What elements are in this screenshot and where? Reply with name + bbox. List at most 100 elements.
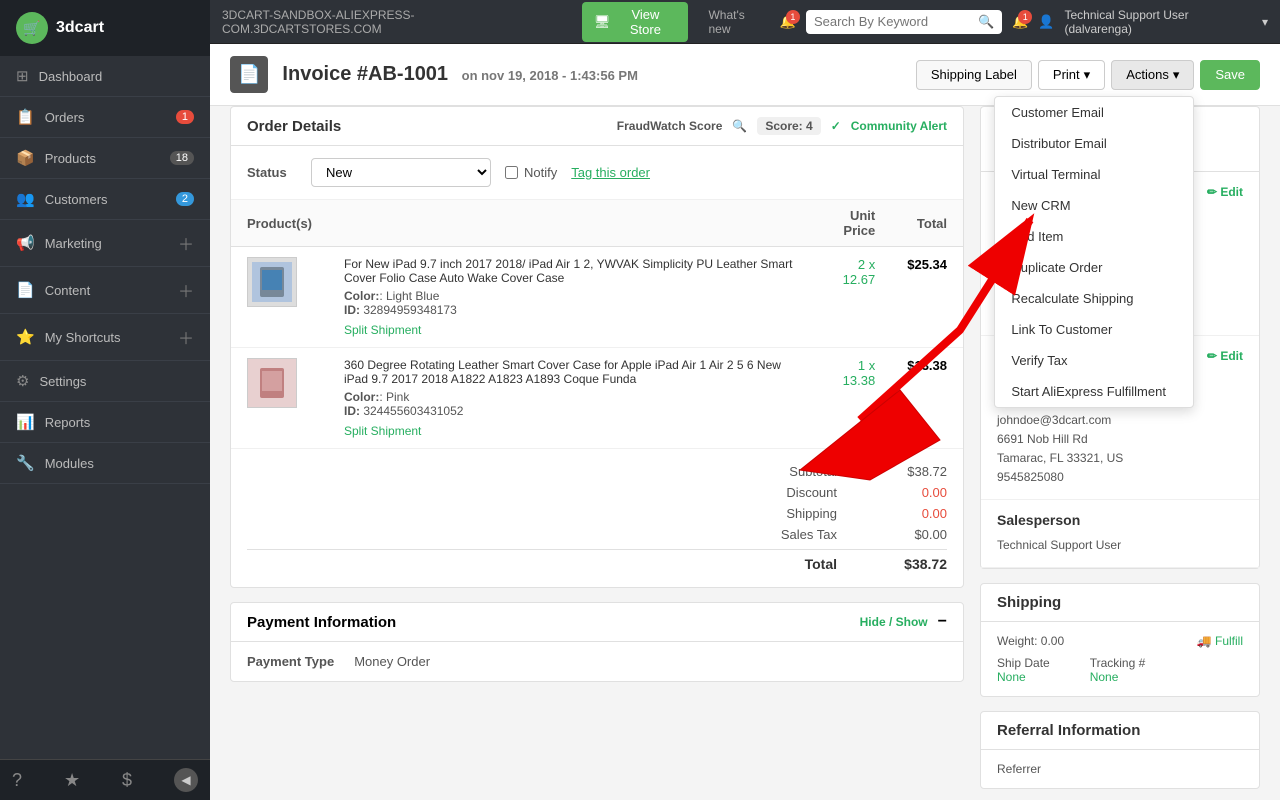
tracking-value: None xyxy=(1090,670,1146,684)
payment-type-value: Money Order xyxy=(354,654,430,669)
fulfill-button[interactable]: 🚚 Fulfill xyxy=(1197,634,1243,648)
sidebar-item-reports[interactable]: 📊 Reports xyxy=(0,402,210,443)
help-icon[interactable]: ? xyxy=(12,770,22,791)
shipping-panel-body: Weight: 0.00 🚚 Fulfill Ship Date None Tr… xyxy=(981,622,1259,696)
sidebar-item-products[interactable]: 📦 Products 18 xyxy=(0,138,210,179)
menu-item-recalculate-shipping[interactable]: Recalculate Shipping xyxy=(995,283,1193,314)
tracking-label: Tracking # xyxy=(1090,656,1146,670)
notification-badge: 1 xyxy=(1018,10,1032,24)
sidebar-item-modules[interactable]: 🔧 Modules xyxy=(0,443,210,484)
grand-total-row: Total $38.72 xyxy=(247,549,947,575)
notify-area: Notify xyxy=(505,165,557,180)
sidebar-item-content[interactable]: 📄 Content ＋ xyxy=(0,267,210,314)
payment-type-label: Payment Type xyxy=(247,654,334,669)
sales-tax-label: Sales Tax xyxy=(717,527,837,542)
product-color-2: Color:: Pink xyxy=(344,390,795,404)
invoice-title-area: Invoice #AB-1001 on nov 19, 2018 - 1:43:… xyxy=(282,63,638,86)
notification-badge-container[interactable]: 🔔 1 xyxy=(1012,14,1028,30)
discount-value: 0.00 xyxy=(877,485,947,500)
invoice-number: Invoice #AB-1001 on nov 19, 2018 - 1:43:… xyxy=(282,63,638,86)
fraud-watch-label: FraudWatch Score xyxy=(617,119,723,133)
referral-body: Referrer xyxy=(981,750,1259,788)
fraud-score-icon: 🔍 xyxy=(732,119,747,133)
menu-item-distributor-email[interactable]: Distributor Email xyxy=(995,128,1193,159)
subtotal-row: Subtotal $38.72 xyxy=(247,461,947,482)
notify-checkbox[interactable] xyxy=(505,166,518,179)
product-id-2: ID: 324455603431052 xyxy=(344,404,795,418)
payment-type-row: Payment Type Money Order xyxy=(247,654,947,669)
products-icon: 📦 xyxy=(16,149,35,167)
whats-new-label: What's new xyxy=(708,8,769,36)
salesperson-label: Salesperson xyxy=(997,512,1243,528)
split-shipment-link-1[interactable]: Split Shipment xyxy=(344,323,795,337)
shipping-total-value: 0.00 xyxy=(877,506,947,521)
actions-button[interactable]: Actions ▾ xyxy=(1111,60,1194,90)
ship-date-col: Ship Date None xyxy=(997,656,1050,684)
orders-badge: 1 xyxy=(176,110,194,124)
content-area: 📄 Invoice #AB-1001 on nov 19, 2018 - 1:4… xyxy=(210,44,1280,800)
menu-item-verify-tax[interactable]: Verify Tax xyxy=(995,345,1193,376)
shipping-panel-card: Shipping Weight: 0.00 🚚 Fulfill Ship Dat… xyxy=(980,583,1260,697)
marketing-add-icon: ＋ xyxy=(178,231,194,255)
menu-item-new-crm[interactable]: New CRM xyxy=(995,190,1193,221)
customers-badge: 2 xyxy=(176,192,194,206)
split-shipment-link-2[interactable]: Split Shipment xyxy=(344,424,795,438)
search-box[interactable]: 🔍 xyxy=(806,10,1002,34)
sidebar-item-label: Content xyxy=(45,283,91,298)
product-image-cell-2 xyxy=(231,348,328,449)
menu-item-link-to-customer[interactable]: Link To Customer xyxy=(995,314,1193,345)
tag-order-link[interactable]: Tag this order xyxy=(571,165,650,180)
menu-item-customer-email[interactable]: Customer Email xyxy=(995,97,1193,128)
topbar: 3DCART-SANDBOX-ALIEXPRESS-COM.3DCARTSTOR… xyxy=(210,0,1280,44)
store-url: 3DCART-SANDBOX-ALIEXPRESS-COM.3DCARTSTOR… xyxy=(222,8,572,36)
fraud-score: Score: 4 xyxy=(757,117,820,135)
invoice-doc-icon: 📄 xyxy=(230,56,268,93)
sidebar: 🛒 3dcart ⊞ Dashboard 📋 Orders 1 📦 Produc… xyxy=(0,0,210,800)
payment-header: Payment Information Hide / Show − xyxy=(231,603,963,642)
whats-new-badge-container[interactable]: 🔔 1 xyxy=(780,14,796,30)
referrer-label: Referrer xyxy=(997,762,1041,776)
status-select[interactable]: New Processing Shipped xyxy=(311,158,491,187)
payment-title: Payment Information xyxy=(247,614,396,631)
community-alert: Community Alert xyxy=(851,119,947,133)
shipping-label-button[interactable]: Shipping Label xyxy=(916,60,1032,90)
sales-tax-value: $0.00 xyxy=(877,527,947,542)
menu-item-start-aliexpress[interactable]: Start AliExpress Fulfillment xyxy=(995,376,1193,407)
sidebar-item-settings[interactable]: ⚙ Settings xyxy=(0,361,210,402)
community-alert-icon: ✓ xyxy=(831,119,841,133)
order-details-card: Order Details FraudWatch Score 🔍 Score: … xyxy=(230,106,964,588)
hide-show-link[interactable]: Hide / Show xyxy=(860,615,928,629)
sidebar-item-dashboard[interactable]: ⊞ Dashboard xyxy=(0,56,210,97)
menu-item-add-item[interactable]: Add Item xyxy=(995,221,1193,252)
sidebar-item-label: Modules xyxy=(45,456,94,471)
content-icon: 📄 xyxy=(16,281,35,299)
menu-item-virtual-terminal[interactable]: Virtual Terminal xyxy=(995,159,1193,190)
sidebar-item-orders[interactable]: 📋 Orders 1 xyxy=(0,97,210,138)
content-add-icon: ＋ xyxy=(178,278,194,302)
shipping-edit-link[interactable]: ✏ Edit xyxy=(1207,185,1243,199)
menu-item-duplicate-order[interactable]: Duplicate Order xyxy=(995,252,1193,283)
product-color-1: Color:: Light Blue xyxy=(344,289,795,303)
products-table: Product(s) Unit Price Total xyxy=(231,200,963,449)
marketing-icon: 📢 xyxy=(16,234,35,252)
sidebar-item-customers[interactable]: 👥 Customers 2 xyxy=(0,179,210,220)
user-area[interactable]: Technical Support User (dalvarenga) ▾ xyxy=(1065,8,1269,36)
billing-icon[interactable]: $ xyxy=(122,770,132,791)
save-button[interactable]: Save xyxy=(1200,60,1260,90)
sidebar-item-marketing[interactable]: 📢 Marketing ＋ xyxy=(0,220,210,267)
totals-area: Subtotal $38.72 Discount 0.00 Shipping 0… xyxy=(231,449,963,587)
status-label: Status xyxy=(247,165,297,180)
sidebar-item-shortcuts[interactable]: ⭐ My Shortcuts ＋ xyxy=(0,314,210,361)
search-input[interactable] xyxy=(814,14,974,29)
payment-collapse-icon[interactable]: − xyxy=(938,613,947,631)
shipping-total-label: Shipping xyxy=(717,506,837,521)
billing-edit-link[interactable]: ✏ Edit xyxy=(1207,349,1243,363)
tracking-col: Tracking # None xyxy=(1090,656,1146,684)
view-store-button[interactable]: 🖥 View Store xyxy=(582,2,689,42)
favorites-icon[interactable]: ★ xyxy=(64,770,80,791)
sidebar-item-label: Dashboard xyxy=(39,69,103,84)
sidebar-item-label: Customers xyxy=(45,192,108,207)
print-button[interactable]: Print ▾ xyxy=(1038,60,1105,90)
sidebar-collapse-button[interactable]: ◀ xyxy=(174,768,198,792)
weight-label: Weight: 0.00 xyxy=(997,634,1064,648)
